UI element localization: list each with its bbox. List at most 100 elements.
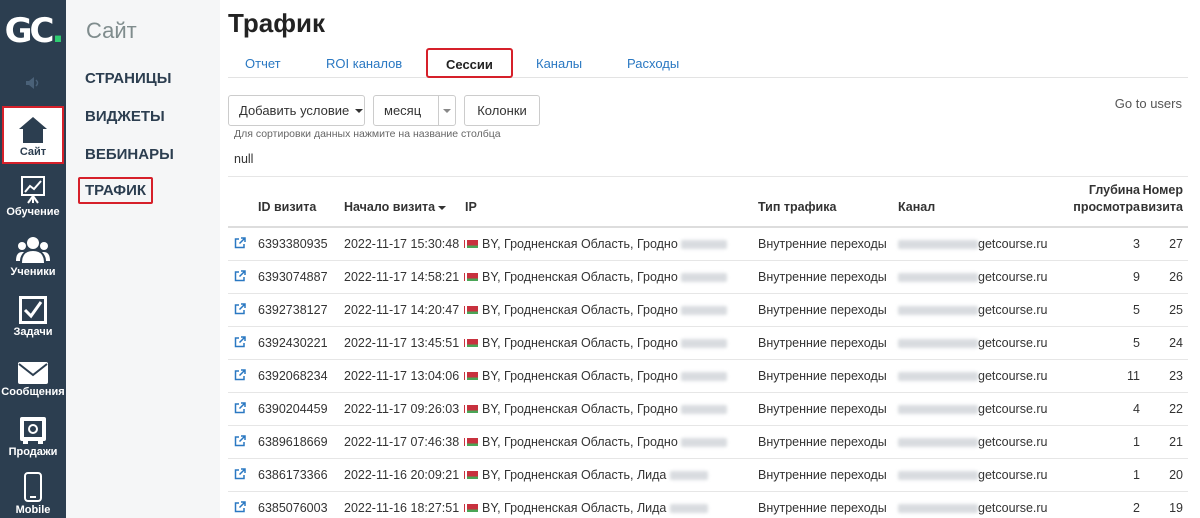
- view-depth: 1: [1133, 435, 1140, 449]
- redacted-ip: [681, 339, 728, 349]
- col-header-visit-start[interactable]: Начало визита: [344, 199, 447, 216]
- visit-id: 6392068234: [258, 369, 328, 383]
- external-link-icon[interactable]: [234, 336, 246, 348]
- redacted-ip: [681, 306, 728, 316]
- chart-board-icon: [21, 176, 45, 204]
- col-header-channel[interactable]: Канал: [898, 199, 935, 216]
- sidebar-item-students[interactable]: Ученики: [0, 224, 66, 282]
- visit-channel: getcourse.ru: [898, 435, 1047, 449]
- users-icon: [16, 237, 50, 263]
- external-link-icon[interactable]: [234, 303, 246, 315]
- channel-domain: getcourse.ru: [978, 270, 1048, 284]
- subnav-webinars[interactable]: ВЕБИНАРЫ: [85, 146, 174, 163]
- sort-hint: Для сортировки данных нажмите на названи…: [234, 128, 501, 140]
- sidebar-item-site[interactable]: Сайт: [2, 106, 64, 164]
- redacted-ip: [669, 504, 708, 514]
- visit-location: BY, Гродненская Область, Лида: [482, 468, 667, 482]
- visit-location: BY, Гродненская Область, Лида: [482, 501, 667, 515]
- visit-location: BY, Гродненская Область, Гродно: [482, 402, 678, 416]
- col-header-visit-number[interactable]: Номер визита: [1141, 182, 1183, 216]
- getcourse-logo[interactable]: GC.: [0, 0, 66, 62]
- redacted-subdomain: [898, 504, 978, 514]
- home-icon: [19, 117, 47, 143]
- channel-domain: getcourse.ru: [978, 402, 1048, 416]
- sidebar-item-messages[interactable]: Сообщения: [0, 344, 66, 402]
- period-select[interactable]: месяц: [373, 95, 456, 126]
- add-condition-label: Добавить условие: [239, 103, 350, 118]
- visit-ip: BY, Гродненская Область, Гродно: [465, 303, 728, 317]
- section-title: Сайт: [86, 18, 137, 43]
- visit-id: 6393380935: [258, 237, 328, 251]
- traffic-type: Внутренние переходы: [758, 270, 887, 284]
- traffic-type: Внутренние переходы: [758, 435, 887, 449]
- visit-id: 6386173366: [258, 468, 328, 482]
- tab-roi-channels[interactable]: ROI каналов: [326, 56, 402, 71]
- table-header: ID визита Начало визита IP Тип трафика К…: [228, 176, 1188, 228]
- sidebar-item-tasks[interactable]: Задачи: [0, 284, 66, 342]
- belarus-flag-icon: [465, 305, 478, 314]
- visit-ip: BY, Гродненская Область, Гродно: [465, 237, 728, 251]
- col-header-traffic-type[interactable]: Тип трафика: [758, 199, 836, 216]
- view-depth: 9: [1133, 270, 1140, 284]
- tab-sessions[interactable]: Сессии: [426, 48, 513, 78]
- collapse-sidebar-icon[interactable]: [0, 68, 66, 98]
- belarus-flag-icon: [465, 371, 478, 380]
- external-link-icon[interactable]: [234, 237, 246, 249]
- visit-location: BY, Гродненская Область, Гродно: [482, 303, 678, 317]
- external-link-icon[interactable]: [234, 435, 246, 447]
- subnav-traffic[interactable]: ТРАФИК: [78, 177, 154, 204]
- subnav-widgets[interactable]: ВИДЖЕТЫ: [85, 108, 165, 125]
- visit-location: BY, Гродненская Область, Гродно: [482, 435, 678, 449]
- sidebar-item-mobile[interactable]: Mobile: [0, 462, 66, 518]
- belarus-flag-icon: [465, 470, 478, 479]
- belarus-flag-icon: [465, 437, 478, 446]
- visit-channel: getcourse.ru: [898, 270, 1047, 284]
- visit-ip: BY, Гродненская Область, Гродно: [465, 402, 728, 416]
- visit-channel: getcourse.ru: [898, 402, 1047, 416]
- sort-desc-icon: [438, 205, 447, 210]
- sidebar-item-label: Сообщения: [1, 386, 65, 398]
- col-header-visit-id[interactable]: ID визита: [258, 199, 316, 216]
- table-row: 6386173366 2022-11-16 20:09:21 BY, Гроднен…: [228, 459, 1188, 492]
- tab-channels[interactable]: Каналы: [536, 56, 582, 71]
- subnav-pages[interactable]: СТРАНИЦЫ: [85, 70, 171, 87]
- col-header-ip[interactable]: IP: [465, 199, 477, 216]
- tab-report[interactable]: Отчет: [245, 56, 281, 71]
- visit-start: 2022-11-17 13:45:51: [344, 336, 460, 350]
- visit-id: 6390204459: [258, 402, 328, 416]
- table-row: 6389618669 2022-11-17 07:46:38 BY, Гроднен…: [228, 426, 1188, 459]
- sidebar-item-learning[interactable]: Обучение: [0, 164, 66, 222]
- visit-start: 2022-11-17 14:58:21: [344, 270, 460, 284]
- col-header-view-depth[interactable]: Глубина просмотра: [1073, 182, 1140, 216]
- channel-domain: getcourse.ru: [978, 369, 1048, 383]
- visit-ip: BY, Гродненская Область, Гродно: [465, 435, 728, 449]
- columns-button[interactable]: Колонки: [464, 95, 540, 126]
- traffic-type: Внутренние переходы: [758, 468, 887, 482]
- view-depth: 5: [1133, 336, 1140, 350]
- sidebar-item-sales[interactable]: Продажи: [0, 404, 66, 462]
- go-to-users-link[interactable]: Go to users: [1115, 96, 1182, 111]
- view-depth: 5: [1133, 303, 1140, 317]
- visit-number: 26: [1169, 270, 1183, 284]
- envelope-icon: [18, 362, 48, 384]
- external-link-icon[interactable]: [234, 369, 246, 381]
- tab-expenses[interactable]: Расходы: [627, 56, 679, 71]
- page-title: Трафик: [228, 8, 325, 38]
- redacted-subdomain: [898, 471, 978, 481]
- external-link-icon[interactable]: [234, 468, 246, 480]
- main-sidebar: GC. Сайт Обучение Ученики Задачи Сообщен…: [0, 0, 66, 518]
- external-link-icon[interactable]: [234, 501, 246, 513]
- tab-bar: Отчет ROI каналов Сессии Каналы Расходы: [228, 46, 1188, 78]
- visit-id: 6392430221: [258, 336, 328, 350]
- visit-id: 6392738127: [258, 303, 328, 317]
- channel-domain: getcourse.ru: [978, 237, 1048, 251]
- add-condition-button[interactable]: Добавить условие: [228, 95, 365, 126]
- external-link-icon[interactable]: [234, 402, 246, 414]
- visit-location: BY, Гродненская Область, Гродно: [482, 336, 678, 350]
- select-arrow-icon: [438, 96, 455, 125]
- external-link-icon[interactable]: [234, 270, 246, 282]
- visit-number: 22: [1169, 402, 1183, 416]
- visit-id: 6385076003: [258, 501, 328, 515]
- safe-icon: [20, 417, 46, 444]
- belarus-flag-icon: [465, 239, 478, 248]
